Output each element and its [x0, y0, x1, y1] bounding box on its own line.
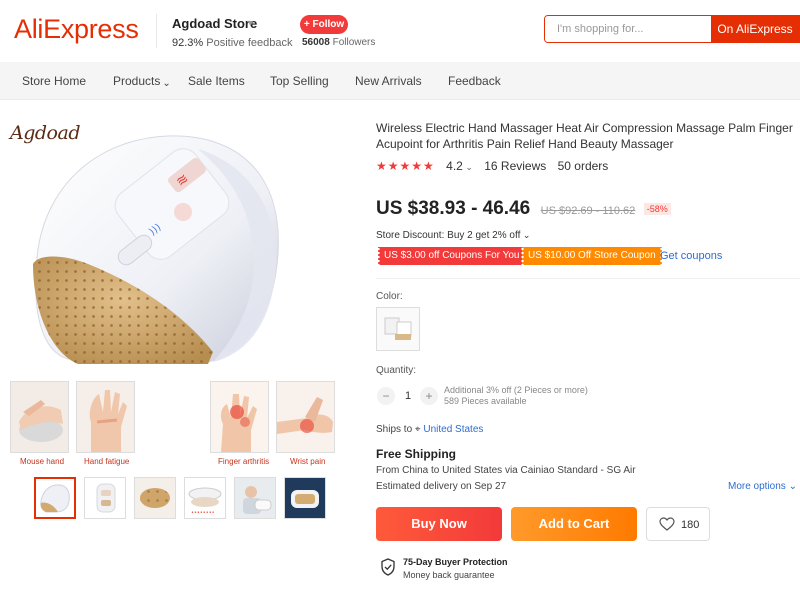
chevron-down-icon[interactable]: ⌄ [463, 162, 473, 172]
ships-to-location[interactable]: United States [423, 424, 483, 435]
feature-image-hand-fatigue [76, 381, 135, 453]
feature-label: Wrist pain [290, 457, 326, 466]
chevron-down-icon: ⌄ [162, 78, 171, 89]
wishlist-count: 180 [681, 519, 700, 531]
discount-badge: -58% [643, 203, 671, 215]
feature-label: Mouse hand [20, 457, 65, 466]
color-option[interactable] [376, 307, 420, 351]
product-main-image[interactable]: ≋ ))) [8, 114, 348, 374]
feature-label: Hand fatigue [84, 457, 130, 466]
heart-icon [659, 517, 675, 531]
feature-label: Finger arthritis [218, 457, 270, 466]
rating-value[interactable]: 4.2 [446, 159, 463, 173]
header: AliExpress Agdoad Store ▼ 92.3% Positive… [0, 0, 800, 62]
chevron-down-icon[interactable]: ▼ [246, 18, 255, 28]
nav-feedback[interactable]: Feedback [448, 74, 501, 88]
feedback-label: Positive feedback [206, 37, 293, 49]
chevron-down-icon: ⌄ [785, 481, 797, 492]
rating-row: ★★★★★ 4.2 ⌄ 16 Reviews 50 orders [376, 159, 608, 173]
chevron-down-icon: ⌄ [520, 230, 531, 240]
hand-icon [11, 382, 68, 452]
get-coupons-link[interactable]: Get coupons [660, 250, 722, 262]
nav-products[interactable]: Products ⌄ [113, 74, 171, 89]
follow-button[interactable]: + Follow [300, 15, 348, 34]
store-discount[interactable]: Store Discount: Buy 2 get 2% off ⌄ [376, 230, 530, 241]
quantity-discount-note: Additional 3% off (2 Pieces or more) [444, 385, 588, 395]
store-feedback: 92.3% Positive feedback [172, 37, 292, 49]
followers-label: Followers [332, 37, 376, 48]
reviews-count[interactable]: 16 Reviews [484, 159, 546, 173]
buyer-protection-title: 75-Day Buyer Protection [403, 557, 508, 567]
color-label: Color: [376, 291, 403, 302]
star-rating-icon: ★★★★★ [376, 159, 435, 173]
svg-text:••••••••: •••••••• [191, 510, 215, 516]
hand-icon [77, 382, 134, 452]
product-variant-icon [384, 317, 412, 340]
location-pin-icon: ⌖ [414, 424, 421, 435]
current-price: US $38.93 - 46.46 [376, 198, 531, 219]
divider [376, 278, 800, 279]
gallery-thumbnail[interactable] [134, 477, 176, 519]
nav-sale-items[interactable]: Sale Items [188, 74, 245, 88]
nav-products-label: Products [113, 74, 161, 88]
buyer-protection-subtitle: Money back guarantee [403, 570, 495, 580]
quantity-label: Quantity: [376, 365, 417, 376]
product-title: Wireless Electric Hand Massager Heat Air… [376, 121, 793, 151]
followers: 56008 Followers [302, 37, 375, 48]
coupon-for-you[interactable]: US $3.00 off Coupons For You [376, 247, 527, 265]
shipping-route: From China to United States via Cainiao … [376, 465, 636, 476]
nav-store-home[interactable]: Store Home [22, 74, 86, 88]
gallery-thumbnail[interactable] [84, 477, 126, 519]
shield-check-icon [381, 558, 395, 576]
orders-count: 50 orders [557, 159, 609, 173]
hand-icon [277, 382, 334, 452]
ships-to: Ships to ⌖ United States [376, 424, 483, 435]
pieces-available: 589 Pieces available [444, 396, 527, 406]
buy-now-button[interactable]: Buy Now [376, 507, 502, 541]
gallery-thumbnail[interactable] [34, 477, 76, 519]
quantity-increase-button[interactable]: + [420, 387, 438, 405]
store-discount-label: Store Discount: Buy 2 get 2% off [376, 230, 521, 241]
feature-image-wrist-pain [276, 381, 335, 453]
nav-top-selling[interactable]: Top Selling [270, 74, 329, 88]
hand-icon [211, 382, 268, 452]
aliexpress-logo[interactable]: AliExpress [14, 14, 139, 45]
ships-to-label: Ships to [376, 424, 413, 435]
more-options-label: More options [728, 481, 786, 492]
search-button[interactable]: On AliExpress [711, 16, 799, 42]
add-to-cart-button[interactable]: Add to Cart [511, 507, 637, 541]
gallery-thumbnail[interactable] [234, 477, 276, 519]
wishlist-button[interactable]: 180 [646, 507, 710, 541]
store-nav: Store Home Products ⌄ Sale Items Top Sell… [0, 62, 800, 100]
feature-image-mouse-hand [10, 381, 69, 453]
estimated-delivery: Estimated delivery on Sep 27 [376, 481, 507, 492]
quantity-value[interactable]: 1 [402, 390, 414, 402]
search-bar: On AliExpress [544, 15, 800, 43]
nav-new-arrivals[interactable]: New Arrivals [355, 74, 422, 88]
header-divider [156, 14, 157, 48]
store-name[interactable]: Agdoad Store [172, 16, 257, 31]
price-row: US $38.93 - 46.46 US $92.69 - 110.62 -58… [376, 198, 671, 220]
quantity-decrease-button[interactable]: − [377, 387, 395, 405]
feature-image-finger-arthritis [210, 381, 269, 453]
search-input[interactable] [545, 16, 711, 42]
original-price: US $92.69 - 110.62 [540, 205, 636, 217]
free-shipping: Free Shipping [376, 447, 457, 461]
followers-count: 56008 [302, 37, 330, 48]
gallery-thumbnail[interactable]: •••••••• [184, 477, 226, 519]
feedback-percentage: 92.3% [172, 37, 204, 49]
store-coupon[interactable]: US $10.00 Off Store Coupon [521, 247, 663, 265]
gallery-thumbnail[interactable] [284, 477, 326, 519]
more-options-link[interactable]: More options ⌄ [728, 481, 797, 492]
